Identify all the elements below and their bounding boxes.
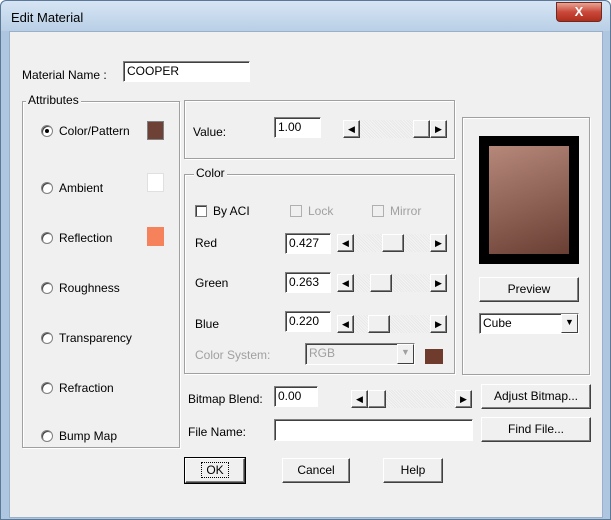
- value-slider[interactable]: ◀ ▶: [343, 120, 447, 138]
- radio-transparency[interactable]: Transparency: [41, 331, 132, 345]
- radio-bump-map[interactable]: Bump Map: [41, 429, 117, 443]
- chevron-down-icon[interactable]: ▼: [561, 314, 578, 333]
- value-label: Value:: [193, 125, 227, 139]
- color-system-select: RGB ▼: [305, 343, 415, 365]
- radio-label: Refraction: [59, 381, 114, 395]
- red-slider-thumb[interactable]: [382, 234, 404, 252]
- blue-slider-thumb[interactable]: [368, 315, 390, 333]
- arrow-right-icon[interactable]: ▶: [430, 120, 447, 138]
- chevron-down-icon: ▼: [397, 344, 414, 364]
- color-caption: Color: [194, 166, 227, 180]
- color-system-label: Color System:: [195, 348, 271, 362]
- radio-button[interactable]: [41, 232, 53, 244]
- bitmap-blend-slider[interactable]: ◀ ▶: [351, 390, 472, 408]
- radio-label: Bump Map: [59, 429, 118, 443]
- radio-roughness[interactable]: Roughness: [41, 281, 120, 295]
- radio-button[interactable]: [41, 430, 53, 442]
- file-name-input[interactable]: [274, 419, 473, 441]
- material-name-input[interactable]: COOPER: [123, 61, 250, 82]
- cancel-button[interactable]: Cancel: [282, 458, 350, 483]
- find-file-button[interactable]: Find File...: [481, 417, 591, 442]
- bitmap-blend-label: Bitmap Blend:: [188, 392, 263, 406]
- by-aci-checkbox[interactable]: By ACI: [195, 204, 250, 218]
- arrow-right-icon[interactable]: ▶: [430, 274, 447, 292]
- window-title: Edit Material: [11, 10, 84, 25]
- color-pattern-swatch: [147, 121, 164, 140]
- arrow-left-icon[interactable]: ◀: [337, 234, 354, 252]
- radio-button[interactable]: [41, 182, 53, 194]
- green-input[interactable]: 0.263: [285, 272, 331, 293]
- adjust-bitmap-label: Adjust Bitmap...: [493, 389, 579, 403]
- radio-reflection[interactable]: Reflection: [41, 231, 112, 245]
- lock-checkbox: Lock: [290, 204, 333, 218]
- bitmap-blend-slider-thumb[interactable]: [368, 390, 386, 408]
- help-label: Help: [400, 463, 426, 477]
- color-system-value: RGB: [309, 346, 336, 360]
- bitmap-blend-input[interactable]: 0.00: [274, 386, 318, 407]
- arrow-right-icon[interactable]: ▶: [430, 315, 447, 333]
- dialog-body: Material Name : COOPER Attributes Color/…: [9, 31, 603, 518]
- red-slider[interactable]: ◀ ▶: [337, 234, 447, 252]
- preview-shape-value: Cube: [483, 316, 512, 330]
- adjust-bitmap-button[interactable]: Adjust Bitmap...: [481, 384, 591, 409]
- attributes-caption: Attributes: [26, 93, 81, 107]
- checkbox-box[interactable]: [195, 205, 207, 217]
- radio-button[interactable]: [41, 382, 53, 394]
- close-icon: X: [574, 4, 584, 19]
- blue-label: Blue: [195, 317, 220, 331]
- arrow-right-icon[interactable]: ▶: [430, 234, 447, 252]
- mirror-checkbox: Mirror: [372, 204, 421, 218]
- radio-color-pattern[interactable]: Color/Pattern: [41, 124, 130, 138]
- arrow-left-icon[interactable]: ◀: [351, 390, 368, 408]
- preview-button[interactable]: Preview: [479, 277, 579, 302]
- arrow-left-icon[interactable]: ◀: [343, 120, 360, 138]
- help-button[interactable]: Help: [383, 458, 443, 483]
- cancel-label: Cancel: [297, 463, 335, 477]
- checkbox-box: [290, 205, 302, 217]
- checkbox-box: [372, 205, 384, 217]
- green-slider-thumb[interactable]: [370, 274, 392, 292]
- radio-label: Roughness: [59, 281, 120, 295]
- mirror-label: Mirror: [390, 204, 422, 218]
- blue-slider[interactable]: ◀ ▶: [337, 315, 447, 333]
- find-file-label: Find File...: [507, 422, 564, 436]
- radio-button-selected[interactable]: [41, 125, 53, 137]
- ok-button[interactable]: OK: [184, 457, 246, 484]
- close-button[interactable]: X: [556, 2, 602, 22]
- by-aci-label: By ACI: [213, 204, 250, 218]
- radio-ambient[interactable]: Ambient: [41, 181, 103, 195]
- preview-button-label: Preview: [507, 282, 551, 296]
- radio-label: Transparency: [59, 331, 132, 345]
- blue-input[interactable]: 0.220: [285, 311, 331, 332]
- radio-label: Ambient: [59, 181, 104, 195]
- preview-image: [479, 136, 579, 264]
- arrow-left-icon[interactable]: ◀: [337, 274, 354, 292]
- radio-button[interactable]: [41, 332, 53, 344]
- material-name-label: Material Name :: [22, 68, 107, 82]
- green-slider[interactable]: ◀ ▶: [337, 274, 447, 292]
- ok-label: OK: [201, 462, 229, 478]
- ambient-swatch: [147, 173, 164, 192]
- arrow-left-icon[interactable]: ◀: [337, 315, 354, 333]
- attributes-group: [22, 101, 180, 448]
- current-color-swatch: [425, 349, 443, 364]
- radio-label: Reflection: [59, 231, 113, 245]
- red-label: Red: [195, 236, 218, 250]
- radio-label: Color/Pattern: [59, 124, 130, 138]
- value-slider-thumb[interactable]: [413, 120, 430, 138]
- radio-refraction[interactable]: Refraction: [41, 381, 114, 395]
- radio-button[interactable]: [41, 282, 53, 294]
- title-bar: Edit Material X: [1, 1, 610, 31]
- preview-material-sample: [489, 146, 569, 254]
- edit-material-window: Edit Material X Material Name : COOPER A…: [0, 0, 611, 520]
- arrow-right-icon[interactable]: ▶: [455, 390, 472, 408]
- reflection-swatch: [147, 227, 164, 246]
- green-label: Green: [195, 276, 229, 290]
- value-input[interactable]: 1.00: [274, 117, 321, 138]
- red-input[interactable]: 0.427: [285, 233, 331, 254]
- preview-shape-select[interactable]: Cube ▼: [479, 313, 579, 334]
- lock-label: Lock: [308, 204, 334, 218]
- file-name-label: File Name:: [188, 425, 247, 439]
